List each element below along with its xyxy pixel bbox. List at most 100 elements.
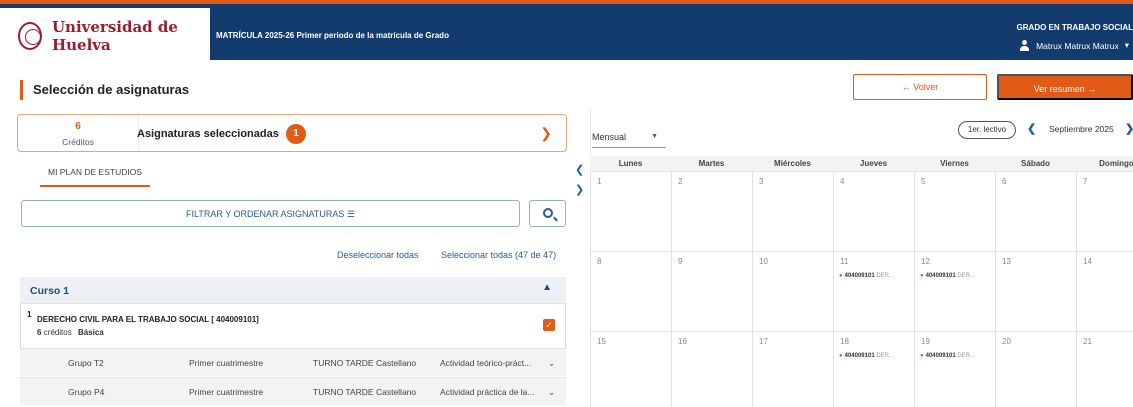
course-header[interactable]: Curso 1 ▲: [20, 277, 566, 304]
university-name: Universidad de Huelva: [51, 18, 178, 54]
university-logo[interactable]: Universidad de Huelva: [0, 8, 210, 64]
group-semester: Primer cuatrimestre: [189, 387, 264, 397]
first-term-button[interactable]: 1er. lectivo: [958, 121, 1016, 139]
calendar-grid: Lunes Martes Miércoles Jueves Viernes Sá…: [590, 156, 1133, 407]
top-header: Universidad de Huelva MATRÍCULA 2025-26 …: [0, 0, 1133, 64]
calendar-day[interactable]: 4: [833, 172, 914, 252]
event-code: 404009101: [925, 273, 956, 279]
calendar-day[interactable]: 6: [995, 172, 1076, 252]
calendar-day[interactable]: 12 ● 404009101 DER...: [914, 252, 995, 332]
event-title: DER...: [957, 273, 976, 279]
chevron-up-icon[interactable]: ▲: [542, 282, 552, 293]
calendar-weekday-header: Lunes Martes Miércoles Jueves Viernes Sá…: [590, 156, 1133, 171]
weekday-label: Lunes: [618, 159, 643, 168]
page-title: Selección de asignaturas: [20, 80, 189, 100]
next-month-icon[interactable]: ❯: [1125, 122, 1133, 135]
weekday-label: Sábado: [1021, 159, 1050, 168]
calendar-day[interactable]: 5: [914, 172, 995, 252]
current-month: Septiembre 2025: [1049, 124, 1114, 134]
subject-credits-value: 6: [37, 328, 42, 337]
filter-sort-button[interactable]: FILTRAR Y ORDENAR ASIGNATURAS ☰: [21, 200, 520, 227]
deselect-all-link[interactable]: Deseleccionar todas: [337, 250, 419, 260]
previous-month-icon[interactable]: ❮: [1027, 122, 1036, 135]
group-semester: Primer cuatrimestre: [189, 358, 264, 368]
day-number: 13: [1002, 257, 1011, 266]
collapse-left-icon[interactable]: ❮: [575, 163, 584, 176]
calendar-day[interactable]: 11 ● 404009101 DER...: [833, 252, 914, 332]
calendar-event[interactable]: ● 404009101 DER...: [920, 273, 975, 279]
credits-count: 6: [75, 121, 81, 132]
calendar-day[interactable]: 18 ● 404009101 DER...: [833, 332, 914, 407]
calendar-week-row: 15 16 17 18 ● 404009101 DER... 19 ● 404009…: [590, 331, 1133, 407]
day-number: 19: [921, 337, 930, 346]
select-all-link[interactable]: Seleccionar todas (47 de 47): [441, 250, 556, 260]
group-shift: TURNO TARDE Castellano: [313, 387, 417, 397]
weekday-label: Jueves: [859, 159, 888, 168]
subject-credits-label: créditos: [43, 328, 72, 337]
event-dot-icon: ●: [920, 273, 924, 279]
calendar-day[interactable]: 9: [671, 252, 752, 332]
calendar-event[interactable]: ● 404009101 DER...: [839, 353, 894, 359]
group-row[interactable]: Grupo T2 Primer cuatrimestre TURNO TARDE…: [20, 348, 566, 376]
event-code: 404009101: [844, 353, 875, 359]
group-activity: Actividad práctica de la...: [440, 387, 535, 397]
day-number: 8: [597, 257, 602, 266]
checkbox-checked-icon[interactable]: ✓: [543, 319, 555, 331]
calendar-day[interactable]: 13: [995, 252, 1076, 332]
weekday-label: Miércoles: [774, 159, 811, 168]
weekday-label: Martes: [698, 159, 725, 168]
event-title: DER...: [957, 353, 976, 359]
chevron-down-icon[interactable]: ⌄: [548, 358, 555, 369]
group-activity: Actividad teórico-práct...: [440, 358, 532, 368]
calendar-day[interactable]: 15: [590, 332, 671, 407]
calendar-day[interactable]: 19 ● 404009101 DER...: [914, 332, 995, 407]
group-row[interactable]: Grupo P4 Primer cuatrimestre TURNO TARDE…: [20, 377, 566, 405]
event-code: 404009101: [925, 353, 956, 359]
chevron-down-icon[interactable]: ❯: [540, 125, 552, 142]
search-button[interactable]: [529, 200, 566, 227]
expand-right-icon[interactable]: ❯: [575, 183, 584, 196]
day-number: 16: [678, 337, 687, 346]
day-number: 11: [840, 257, 849, 266]
calendar-view-select[interactable]: Mensual ▼: [592, 126, 666, 148]
search-icon: [543, 208, 553, 218]
day-number: 4: [840, 177, 845, 186]
view-summary-button[interactable]: Ver resumen →: [997, 74, 1133, 100]
day-number: 12: [921, 257, 930, 266]
calendar-day[interactable]: 20: [995, 332, 1076, 407]
calendar-view-value: Mensual: [592, 132, 627, 142]
subject-number: 1: [27, 310, 32, 319]
calendar-day[interactable]: 1: [590, 172, 671, 252]
day-number: 10: [759, 257, 768, 266]
day-number: 3: [759, 177, 764, 186]
subject-type: Básica: [77, 328, 104, 337]
calendar-day[interactable]: 3: [752, 172, 833, 252]
calendar-day[interactable]: 21: [1076, 332, 1133, 407]
day-number: 6: [1002, 177, 1007, 186]
subject-name: DERECHO CIVIL PARA EL TRABAJO SOCIAL [ 4…: [37, 315, 259, 324]
calendar-event[interactable]: ● 404009101 DER...: [920, 353, 975, 359]
event-dot-icon: ●: [839, 353, 843, 359]
calendar-day[interactable]: 16: [671, 332, 752, 407]
calendar-day[interactable]: 2: [671, 172, 752, 252]
selected-subjects-panel[interactable]: 6 Créditos Asignaturas seleccionadas 1 ❯: [17, 114, 567, 152]
day-number: 17: [759, 337, 768, 346]
caret-down-icon: ▾: [1124, 40, 1129, 50]
calendar-day[interactable]: 8: [590, 252, 671, 332]
calendar-week-row: 1 2 3 4 5 6 7: [590, 171, 1133, 252]
calendar-event[interactable]: ● 404009101 DER...: [839, 273, 894, 279]
day-number: 2: [678, 177, 683, 186]
event-title: DER...: [876, 353, 895, 359]
enrollment-title: MATRÍCULA 2025-26 Primer periodo de la m…: [216, 31, 449, 40]
calendar-day[interactable]: 14: [1076, 252, 1133, 332]
day-number: 15: [597, 337, 606, 346]
back-button[interactable]: ← Volver: [853, 74, 987, 100]
degree-name: GRADO EN TRABAJO SOCIAL: [1016, 23, 1133, 32]
tab-study-plan[interactable]: MI PLAN DE ESTUDIOS: [40, 167, 150, 187]
calendar-day[interactable]: 10: [752, 252, 833, 332]
calendar-day[interactable]: 17: [752, 332, 833, 407]
subject-item[interactable]: 1 DERECHO CIVIL PARA EL TRABAJO SOCIAL […: [20, 304, 566, 348]
user-menu[interactable]: Matrux Matrux Matrux ▾: [1019, 40, 1129, 51]
calendar-day[interactable]: 7: [1076, 172, 1133, 252]
chevron-down-icon[interactable]: ⌄: [548, 387, 555, 398]
